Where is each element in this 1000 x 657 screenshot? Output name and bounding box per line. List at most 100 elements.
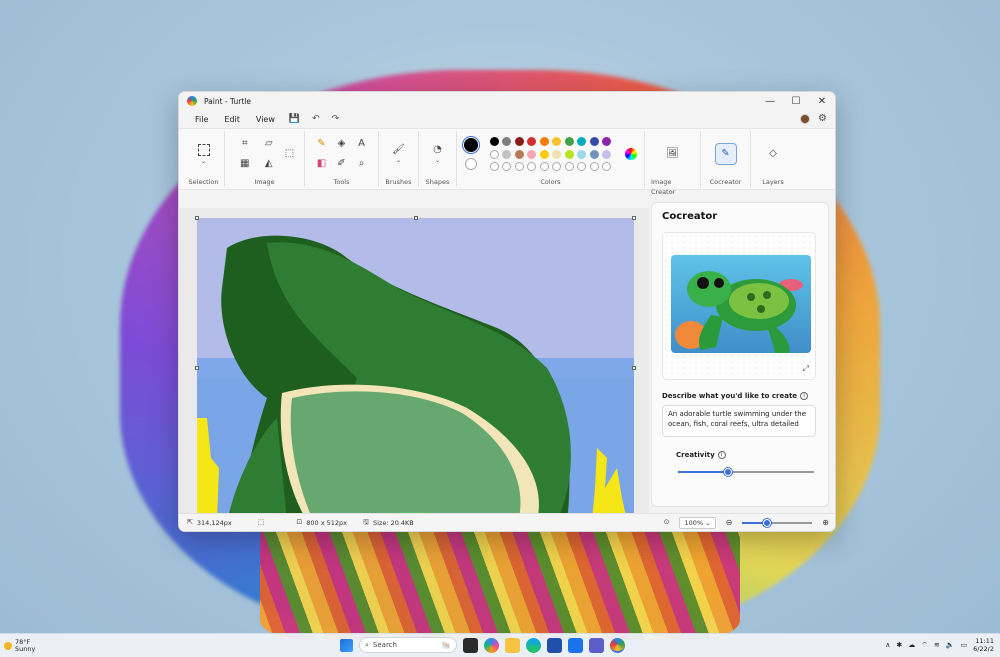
taskbar-search[interactable]: ⌕ Search 🐚 xyxy=(359,637,457,653)
magnifier-icon[interactable]: ⌕ xyxy=(359,159,365,169)
color-swatch[interactable] xyxy=(539,149,549,159)
custom-color-slot[interactable] xyxy=(602,162,612,171)
paint-taskbar-icon[interactable] xyxy=(610,637,625,653)
clock[interactable]: 11:11 6/22/2 xyxy=(973,637,994,653)
menu-file[interactable]: File xyxy=(187,115,216,124)
custom-color-slot[interactable] xyxy=(589,162,599,171)
custom-color-slot[interactable] xyxy=(527,162,537,171)
zoom-slider[interactable] xyxy=(742,518,813,527)
zoom-out-icon[interactable]: ⊖ xyxy=(726,518,733,527)
edge-browser-icon[interactable] xyxy=(526,637,541,653)
resize-handle[interactable] xyxy=(632,216,636,220)
start-windows-icon[interactable] xyxy=(340,638,353,652)
copilot-icon[interactable] xyxy=(484,637,499,653)
rotate-icon[interactable]: ◭ xyxy=(265,159,273,169)
fit-to-window-icon[interactable]: ⊙ xyxy=(664,519,670,526)
maximize-button[interactable]: ☐ xyxy=(783,96,809,107)
secondary-color-swatch[interactable] xyxy=(464,158,477,170)
shapes-icon[interactable]: ◔ xyxy=(433,144,442,155)
color-swatch[interactable] xyxy=(602,137,612,146)
color-swatch[interactable] xyxy=(564,149,574,159)
generated-turtle-image[interactable] xyxy=(671,255,811,353)
resize-handle[interactable] xyxy=(632,366,636,370)
drawing-canvas[interactable] xyxy=(197,218,634,521)
menu-edit[interactable]: Edit xyxy=(216,115,248,124)
custom-color-slot[interactable] xyxy=(514,162,524,171)
cocreator-button[interactable]: ✎ xyxy=(714,143,737,165)
teams-icon[interactable] xyxy=(589,637,604,653)
resize-icon[interactable]: ▱ xyxy=(265,139,273,149)
resize-handle[interactable] xyxy=(414,216,418,220)
color-swatch[interactable] xyxy=(502,149,512,159)
color-swatch[interactable] xyxy=(589,137,599,146)
eraser-icon[interactable]: ◧ xyxy=(317,159,326,169)
color-picker-icon[interactable]: ✐ xyxy=(337,159,345,169)
fill-bucket-icon[interactable]: ◈ xyxy=(338,139,346,149)
color-swatch[interactable] xyxy=(564,137,574,146)
wifi-icon[interactable]: ≋ xyxy=(934,641,940,649)
settings-gear-icon[interactable]: ⚙ xyxy=(818,114,827,124)
save-icon[interactable]: 💾 xyxy=(283,114,306,124)
bluetooth-icon[interactable]: ✱ xyxy=(896,641,902,649)
color-swatch[interactable] xyxy=(589,149,599,159)
account-avatar[interactable] xyxy=(800,114,811,124)
rectangle-select-icon[interactable] xyxy=(197,143,210,156)
minimize-button[interactable]: — xyxy=(757,96,783,107)
color-swatch[interactable] xyxy=(539,137,549,146)
image-creator-icon[interactable]: 🖼 xyxy=(666,149,679,159)
file-explorer-icon[interactable] xyxy=(505,637,520,653)
onedrive-cloud-icon[interactable]: ☁ xyxy=(908,641,915,649)
custom-color-slot[interactable] xyxy=(489,162,499,171)
color-swatch[interactable] xyxy=(489,137,499,146)
custom-color-slot[interactable] xyxy=(552,162,562,171)
color-swatch[interactable] xyxy=(552,149,562,159)
layers-icon[interactable]: ◇ xyxy=(769,149,777,159)
color-swatch[interactable] xyxy=(527,149,537,159)
brush-icon[interactable]: 🖌 xyxy=(392,144,405,155)
image-info-icon[interactable]: ▦ xyxy=(240,159,249,169)
color-swatch[interactable] xyxy=(552,137,562,146)
chevron-down-icon[interactable]: ⌄ xyxy=(435,157,440,164)
custom-color-slot[interactable] xyxy=(577,162,587,171)
chevron-down-icon[interactable]: ⌄ xyxy=(396,157,401,164)
color-swatch[interactable] xyxy=(527,137,537,146)
remove-background-icon[interactable]: ⬚ xyxy=(285,149,294,159)
prompt-input[interactable]: An adorable turtle swimming under the oc… xyxy=(662,405,816,437)
chevron-down-icon[interactable]: ⌄ xyxy=(201,158,206,165)
custom-color-slot[interactable] xyxy=(502,162,512,171)
color-swatch[interactable] xyxy=(489,149,499,159)
chevron-up-icon[interactable]: ∧ xyxy=(885,641,890,649)
info-icon[interactable]: i xyxy=(800,392,809,400)
generated-image-card[interactable]: ⤢ xyxy=(662,232,816,380)
volume-icon[interactable]: 🔈 xyxy=(946,641,955,649)
crop-icon[interactable]: ⌗ xyxy=(242,139,248,149)
outlook-icon[interactable] xyxy=(568,637,583,653)
zoom-level-dropdown[interactable]: 100% ⌄ xyxy=(679,516,716,529)
color-swatch[interactable] xyxy=(502,137,512,146)
color-swatch[interactable] xyxy=(602,149,612,159)
zoom-in-icon[interactable]: ⊕ xyxy=(822,518,829,527)
custom-color-slot[interactable] xyxy=(564,162,574,171)
zoom-slider-thumb[interactable] xyxy=(762,518,771,527)
custom-color-slot[interactable] xyxy=(539,162,549,171)
color-swatch[interactable] xyxy=(577,137,587,146)
creativity-slider[interactable] xyxy=(678,468,814,476)
expand-image-icon[interactable]: ⤢ xyxy=(803,364,809,374)
color-swatch[interactable] xyxy=(514,137,524,146)
text-icon[interactable]: A xyxy=(358,139,365,149)
close-button[interactable]: ✕ xyxy=(809,96,835,107)
resize-handle[interactable] xyxy=(195,366,199,370)
task-view-icon[interactable] xyxy=(463,637,478,653)
color-swatch[interactable] xyxy=(577,149,587,159)
resize-handle[interactable] xyxy=(195,216,199,220)
store-icon[interactable] xyxy=(547,637,562,653)
color-swatch[interactable] xyxy=(514,149,524,159)
edit-colors-icon[interactable] xyxy=(625,148,638,160)
primary-color-swatch[interactable] xyxy=(461,135,481,155)
pencil-icon[interactable]: ✎ xyxy=(317,139,325,149)
weather-widget[interactable]: 78°F Sunny xyxy=(0,638,35,653)
network-icon[interactable]: ⌔ xyxy=(921,641,928,650)
menu-view[interactable]: View xyxy=(248,115,283,124)
undo-icon[interactable]: ↶ xyxy=(306,114,326,124)
creativity-slider-thumb[interactable] xyxy=(724,468,733,476)
